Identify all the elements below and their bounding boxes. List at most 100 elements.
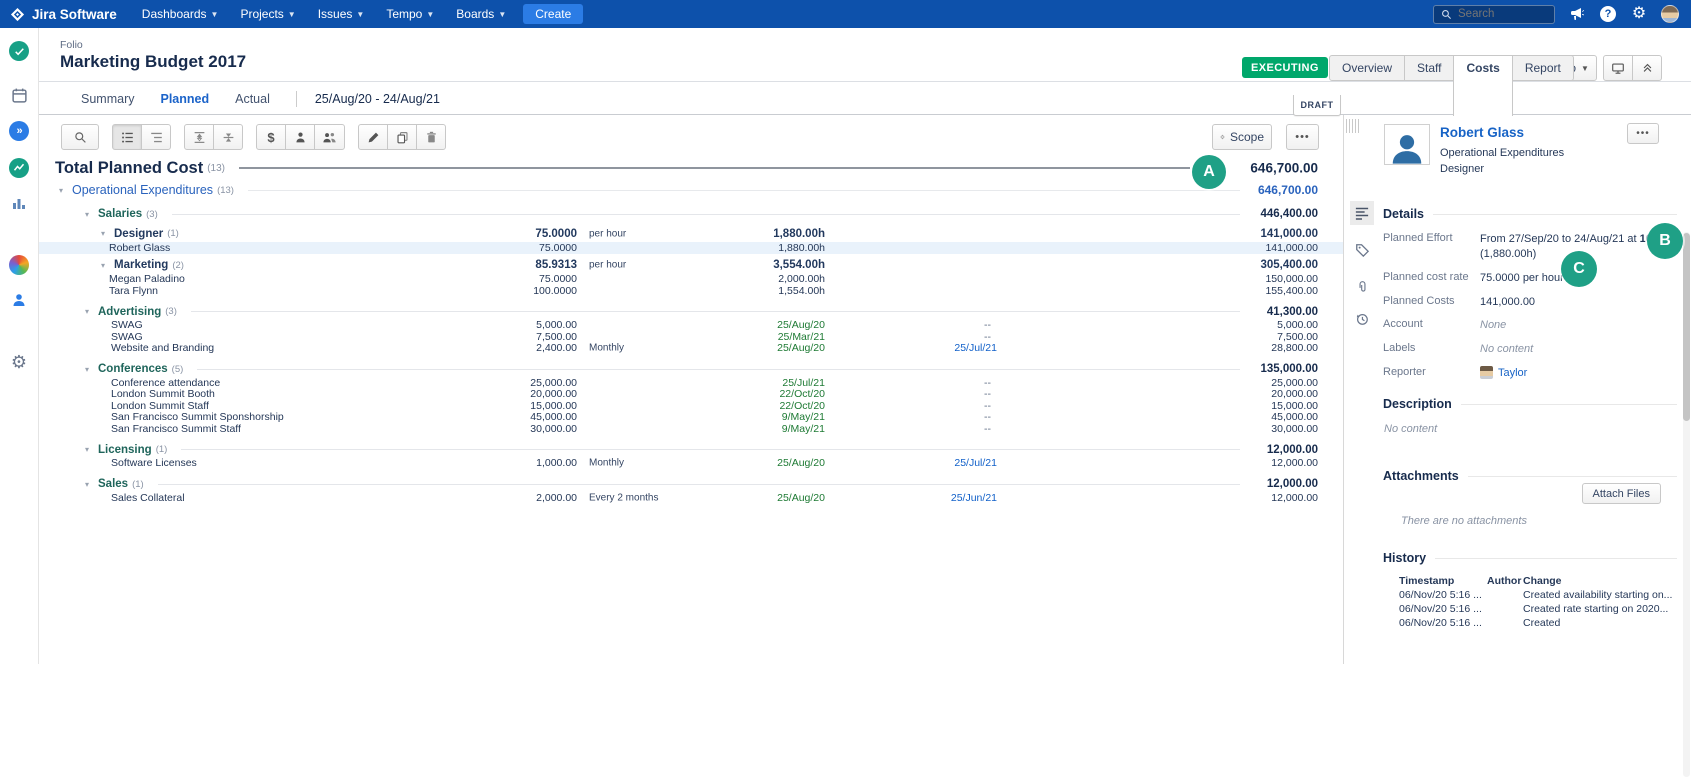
- settings-gear-icon[interactable]: ⚙: [1630, 5, 1648, 23]
- cost-row[interactable]: ▾Designer(1)75.0000per hour1,880.00h141,…: [39, 225, 1343, 242]
- collapse-header-button[interactable]: [1632, 55, 1662, 81]
- row-label: Salaries: [98, 208, 142, 220]
- panel-more-button[interactable]: •••: [1627, 123, 1659, 144]
- tab-overview[interactable]: Overview: [1329, 55, 1405, 81]
- announcements-icon[interactable]: [1568, 5, 1586, 23]
- list-view-button[interactable]: [112, 124, 142, 150]
- row-label: Software Licenses: [111, 457, 197, 469]
- hours-value: 1,880.00h: [773, 228, 825, 240]
- hours-value: 1,880.00h: [778, 242, 825, 254]
- labels-tag-icon[interactable]: [1350, 238, 1374, 262]
- date-range[interactable]: 25/Aug/20 - 24/Aug/21: [315, 92, 440, 106]
- double-chevron-icon[interactable]: »: [8, 120, 30, 142]
- search-filter-button[interactable]: [61, 124, 99, 150]
- tab-summary[interactable]: Summary: [81, 92, 134, 106]
- delete-trash-button[interactable]: [416, 124, 446, 150]
- caret-down-icon[interactable]: ▾: [101, 229, 114, 238]
- tempo-chart-icon[interactable]: [8, 157, 30, 179]
- cost-row[interactable]: Conference attendance25,000.0025/Jul/21-…: [39, 377, 1343, 389]
- cost-row[interactable]: London Summit Booth20,000.0022/Oct/20--2…: [39, 389, 1343, 401]
- total-value: 305,400.00: [1260, 259, 1318, 271]
- create-button[interactable]: Create: [523, 4, 583, 24]
- menu-boards[interactable]: Boards▼: [445, 0, 517, 28]
- history-column-header: Author: [1487, 575, 1523, 587]
- copy-button[interactable]: [387, 124, 417, 150]
- field-value[interactable]: Taylor: [1480, 366, 1527, 381]
- attachments-paperclip-icon[interactable]: [1350, 275, 1374, 299]
- user-avatar[interactable]: [1661, 5, 1679, 23]
- caret-down-icon[interactable]: ▾: [85, 307, 98, 316]
- more-actions-button[interactable]: •••: [1286, 124, 1319, 150]
- row-count: (1): [156, 444, 168, 455]
- attach-files-button[interactable]: Attach Files: [1582, 483, 1661, 504]
- total-value: 41,300.00: [1267, 306, 1318, 318]
- person-button[interactable]: [285, 124, 315, 150]
- cost-row[interactable]: ▾Operational Expenditures(13)646,700.00: [39, 181, 1343, 199]
- calendar-icon[interactable]: [8, 84, 30, 106]
- tab-costs[interactable]: Costs: [1453, 55, 1512, 116]
- admin-gear-icon[interactable]: ⚙: [8, 351, 30, 373]
- details-section-icon[interactable]: [1350, 201, 1374, 225]
- details-panel: Robert Glass Operational Expenditures De…: [1343, 115, 1691, 664]
- app-check-logo-icon[interactable]: [8, 40, 30, 62]
- cost-row[interactable]: ▾Licensing(1)12,000.00: [39, 442, 1343, 458]
- cost-row[interactable]: ▾Salaries(3)446,400.00: [39, 206, 1343, 222]
- team-button[interactable]: [314, 124, 345, 150]
- menu-projects[interactable]: Projects▼: [229, 0, 306, 28]
- status-badge: EXECUTING: [1242, 57, 1328, 78]
- cost-row[interactable]: Tara Flynn100.00001,554.00h155,400.00: [39, 285, 1343, 297]
- panel-resize-handle[interactable]: [1346, 119, 1359, 133]
- cost-row[interactable]: Total Planned Cost(13)646,700.00: [39, 155, 1343, 181]
- caret-down-icon[interactable]: ▾: [85, 480, 98, 489]
- row-rule: [248, 190, 1240, 191]
- hours-value: 2,000.00h: [778, 273, 825, 285]
- cost-row[interactable]: Website and Branding2,400.00Monthly25/Au…: [39, 343, 1343, 355]
- menu-issues[interactable]: Issues▼: [307, 0, 376, 28]
- menu-dashboards[interactable]: Dashboards▼: [131, 0, 230, 28]
- people-directory-icon[interactable]: [8, 289, 30, 311]
- person-name-link[interactable]: Robert Glass: [1440, 125, 1524, 140]
- grouped-view-button[interactable]: [141, 124, 171, 150]
- panel-scrollbar-thumb[interactable]: [1683, 233, 1690, 421]
- edit-pencil-button[interactable]: [358, 124, 388, 150]
- help-icon[interactable]: ?: [1599, 5, 1617, 23]
- collapse-all-button[interactable]: [213, 124, 243, 150]
- bar-chart-icon[interactable]: [8, 192, 30, 214]
- caret-down-icon[interactable]: ▾: [59, 186, 72, 195]
- tab-planned[interactable]: Planned: [160, 92, 209, 106]
- page-header: Folio Marketing Budget 2017 EXECUTING Ov…: [39, 28, 1691, 82]
- row-label: Tara Flynn: [109, 285, 158, 297]
- caret-down-icon[interactable]: ▾: [85, 365, 98, 374]
- cost-row[interactable]: SWAG5,000.0025/Aug/20--5,000.00: [39, 320, 1343, 332]
- history-timestamp: 06/Nov/20 5:16 ...: [1399, 617, 1487, 629]
- tab-staff[interactable]: Staff: [1404, 55, 1454, 81]
- presentation-mode-button[interactable]: [1603, 55, 1633, 81]
- cost-row[interactable]: Sales Collateral2,000.00Every 2 months25…: [39, 492, 1343, 504]
- cost-row[interactable]: Megan Paladino75.00002,000.00h150,000.00: [39, 274, 1343, 286]
- tab-report[interactable]: Report: [1512, 55, 1574, 81]
- tab-actual[interactable]: Actual: [235, 92, 270, 106]
- caret-down-icon[interactable]: ▾: [85, 445, 98, 454]
- caret-down-icon[interactable]: ▾: [85, 210, 98, 219]
- portfolio-color-wheel-icon[interactable]: [8, 254, 30, 276]
- history-clock-icon[interactable]: [1350, 307, 1374, 331]
- expand-all-button[interactable]: [184, 124, 214, 150]
- cost-row[interactable]: ▾Conferences(5)135,000.00: [39, 361, 1343, 377]
- cost-row[interactable]: San Francisco Summit Staff30,000.009/May…: [39, 423, 1343, 435]
- search-input[interactable]: [1458, 8, 1538, 20]
- cost-row[interactable]: SWAG7,500.0025/Mar/21--7,500.00: [39, 331, 1343, 343]
- cost-row[interactable]: ▾Marketing(2)85.9313per hour3,554.00h305…: [39, 257, 1343, 274]
- cost-row[interactable]: London Summit Staff15,000.0022/Oct/20--1…: [39, 400, 1343, 412]
- cost-row[interactable]: ▾Advertising(3)41,300.00: [39, 304, 1343, 320]
- caret-down-icon[interactable]: ▾: [101, 261, 114, 270]
- jira-logo[interactable]: Jira Software: [0, 7, 131, 22]
- scope-button[interactable]: Scope: [1212, 124, 1272, 150]
- history-column-header: Timestamp: [1399, 575, 1487, 587]
- menu-tempo[interactable]: Tempo▼: [375, 0, 445, 28]
- cost-row[interactable]: Software Licenses1,000.00Monthly25/Aug/2…: [39, 458, 1343, 470]
- cost-row[interactable]: San Francisco Summit Sponshorship45,000.…: [39, 412, 1343, 424]
- cost-row[interactable]: Robert Glass75.00001,880.00h141,000.00: [39, 242, 1343, 254]
- global-search[interactable]: [1433, 5, 1555, 24]
- currency-button[interactable]: $: [256, 124, 286, 150]
- cost-row[interactable]: ▾Sales(1)12,000.00: [39, 476, 1343, 492]
